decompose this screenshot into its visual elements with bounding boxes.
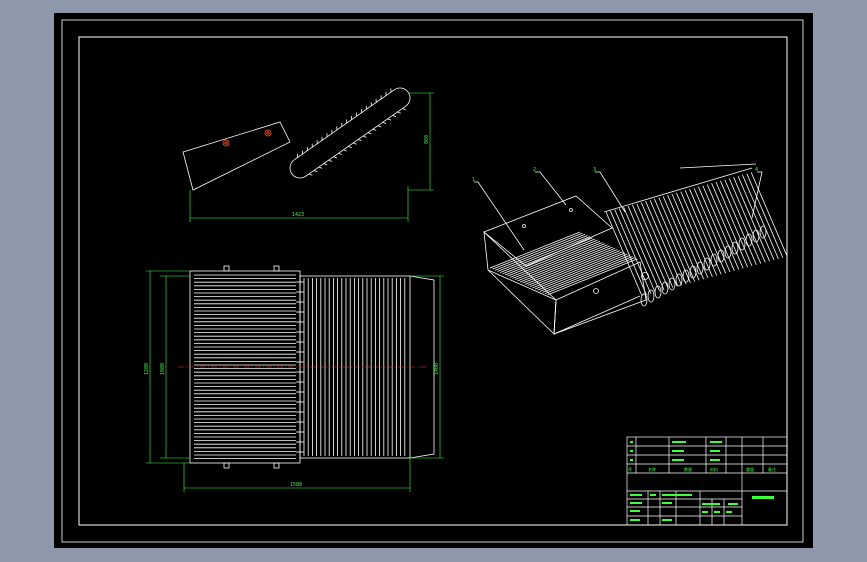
balloon-1: 1	[472, 177, 475, 183]
dim-height-left-label: 1280	[144, 363, 150, 375]
title-header-name: 名称	[648, 466, 656, 472]
balloon-4: 4	[755, 167, 758, 173]
dim-height-label: 860	[424, 135, 430, 144]
cad-drawing: 1423 860 1588 1280 1080 1400 1 2 3 4 序 名…	[54, 13, 813, 548]
dim-width-label: 1588	[290, 482, 302, 488]
title-header-weight: 重量	[746, 466, 754, 472]
balloon-3: 3	[593, 167, 596, 173]
balloon-2: 2	[533, 167, 536, 173]
dim-length-label: 1423	[292, 212, 304, 218]
title-header-qty: 数量	[684, 466, 692, 472]
dim-height-inner-label: 1080	[160, 363, 166, 375]
title-header-remark: 备注	[768, 466, 776, 472]
title-header-no: 序	[628, 466, 632, 472]
title-header-material: 材料	[710, 466, 718, 472]
dim-height-right-label: 1400	[434, 363, 440, 375]
